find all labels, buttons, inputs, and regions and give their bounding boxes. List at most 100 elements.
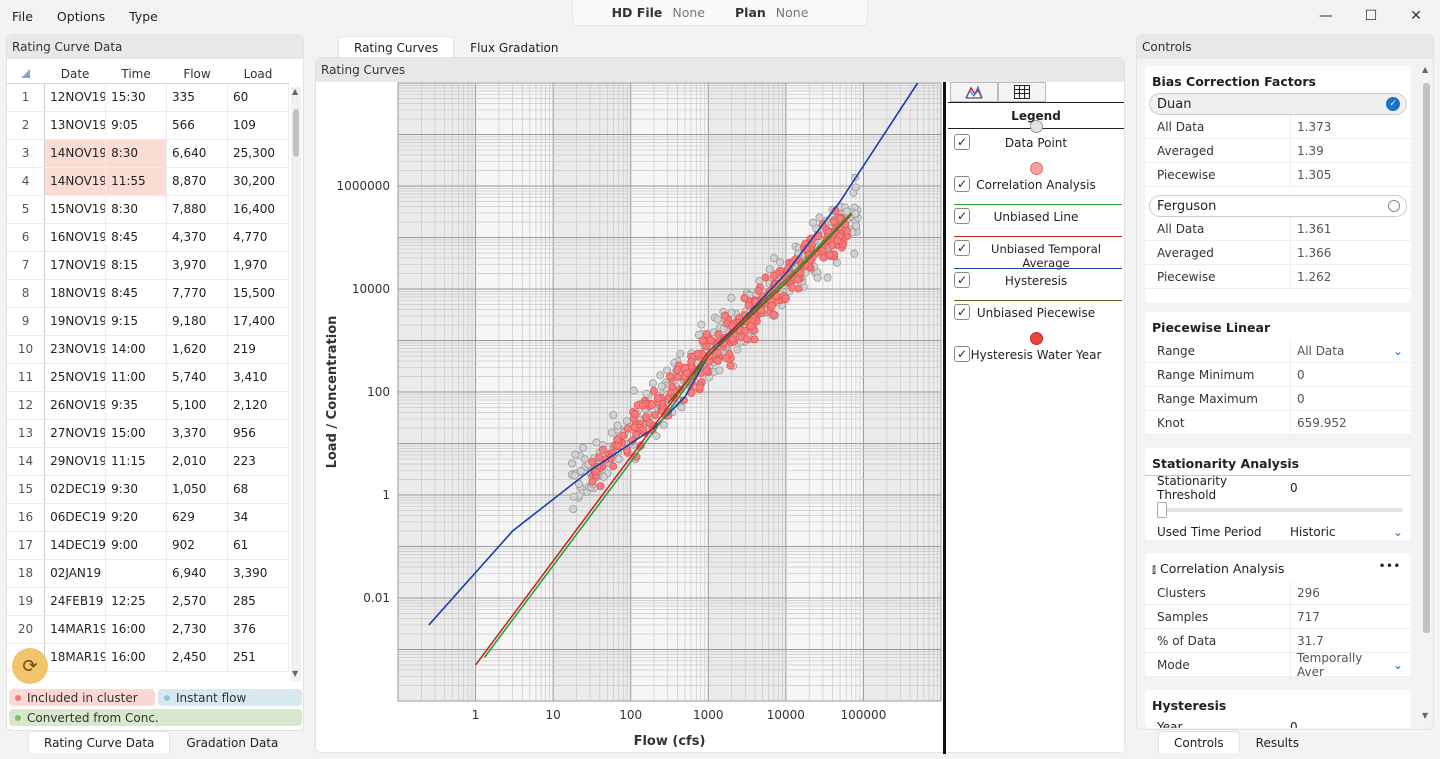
cell-load[interactable]: 285 (227, 587, 289, 616)
table-row[interactable]: 2 13NOV19 9:05 566 109 (7, 111, 289, 140)
controls-scroll-thumb[interactable] (1423, 83, 1430, 633)
cell-date[interactable]: 18MAR19 (44, 643, 107, 672)
cell-load[interactable]: 60 (227, 83, 289, 112)
tab-rating-curves[interactable]: Rating Curves (338, 36, 455, 58)
table-row[interactable]: 4 14NOV19 11:55 8,870 30,200 (7, 167, 289, 196)
cell-load[interactable]: 223 (227, 447, 289, 476)
cell-load[interactable]: 251 (227, 643, 289, 672)
cell-flow[interactable]: 1,050 (166, 475, 228, 504)
cell-flow[interactable]: 2,730 (166, 615, 228, 644)
cell-time[interactable]: 9:15 (105, 307, 168, 336)
cell-date[interactable]: 19NOV19 (44, 307, 107, 336)
ferguson-radio-icon[interactable] (1388, 200, 1400, 212)
column-header-time[interactable]: Time (105, 65, 167, 84)
cell-time[interactable]: 11:55 (105, 167, 168, 196)
cell-date[interactable]: 14MAR19 (44, 615, 107, 644)
table-row[interactable]: 17 14DEC19 9:00 902 61 (7, 531, 289, 560)
row-number[interactable]: 8 (7, 279, 46, 308)
cell-flow[interactable]: 5,100 (166, 391, 228, 420)
tab-results[interactable]: Results (1240, 731, 1315, 753)
table-row[interactable]: 18MAR19 16:00 2,450 251 (7, 643, 289, 672)
row-number[interactable]: 14 (7, 447, 46, 476)
cell-time[interactable]: 11:15 (105, 447, 168, 476)
menu-type[interactable]: Type (117, 9, 170, 24)
cell-flow[interactable]: 2,570 (166, 587, 228, 616)
table-row[interactable]: 19 24FEB19 12:25 2,570 285 (7, 587, 289, 616)
hd-file-value[interactable]: None (672, 5, 705, 20)
row-number[interactable]: 6 (7, 223, 46, 252)
cell-time[interactable]: 8:45 (105, 279, 168, 308)
cell-date[interactable]: 12NOV19 (44, 83, 107, 112)
row-number[interactable]: 2 (7, 111, 46, 140)
cell-date[interactable]: 14NOV19 (44, 139, 107, 168)
cell-load[interactable]: 219 (227, 335, 289, 364)
table-row[interactable]: 16 06DEC19 9:20 629 34 (7, 503, 289, 532)
property-value[interactable]: 1.305 (1290, 163, 1411, 186)
row-number[interactable]: 13 (7, 419, 46, 448)
cell-time[interactable]: 14:00 (105, 335, 168, 364)
cell-load[interactable]: 30,200 (227, 167, 289, 196)
chart-splitter[interactable] (943, 82, 946, 754)
cell-load[interactable]: 34 (227, 503, 289, 532)
rating-curve-chart[interactable]: 1 10 100 1000 10000 100000 0.01 1 100 10000 100000… (316, 82, 942, 752)
property-value[interactable]: All Data ⌄ (1290, 339, 1411, 362)
table-view-icon[interactable] (998, 82, 1046, 102)
row-number[interactable]: 7 (7, 251, 46, 280)
cell-flow[interactable]: 3,970 (166, 251, 228, 280)
property-value[interactable]: 659.952 (1290, 411, 1411, 434)
row-number[interactable]: 10 (7, 335, 46, 364)
cell-load[interactable]: 4,770 (227, 223, 289, 252)
scroll-up-icon[interactable]: ▲ (292, 87, 298, 96)
scroll-down-icon[interactable]: ▼ (292, 669, 298, 678)
cell-time[interactable]: 12:25 (105, 587, 168, 616)
cell-date[interactable]: 16NOV19 (44, 223, 107, 252)
cell-load[interactable]: 2,120 (227, 391, 289, 420)
cell-time[interactable] (105, 559, 168, 588)
cell-flow[interactable]: 5,740 (166, 363, 228, 392)
threshold-slider[interactable] (1145, 500, 1411, 520)
property-value[interactable]: 1.373 (1290, 115, 1411, 138)
cell-load[interactable]: 3,410 (227, 363, 289, 392)
cell-flow[interactable]: 8,870 (166, 167, 228, 196)
table-scrollbar[interactable]: ▲ ▼ (291, 87, 301, 681)
row-number[interactable]: 5 (7, 195, 46, 224)
property-value[interactable]: 0 (1290, 363, 1411, 386)
cell-flow[interactable]: 2,010 (166, 447, 228, 476)
row-number[interactable]: 16 (7, 503, 46, 532)
cell-flow[interactable]: 6,640 (166, 139, 228, 168)
cell-date[interactable]: 27NOV19 (44, 419, 107, 448)
cell-flow[interactable]: 4,370 (166, 223, 228, 252)
cell-load[interactable]: 376 (227, 615, 289, 644)
cell-flow[interactable]: 9,180 (166, 307, 228, 336)
cell-load[interactable]: 1,970 (227, 251, 289, 280)
cell-flow[interactable]: 7,770 (166, 279, 228, 308)
cell-flow[interactable]: 2,450 (166, 643, 228, 672)
table-row[interactable]: 1 12NOV19 15:30 335 60 (7, 83, 289, 112)
ferguson-option[interactable]: Ferguson (1149, 195, 1407, 217)
cell-load[interactable]: 61 (227, 531, 289, 560)
cell-load[interactable]: 956 (227, 419, 289, 448)
cell-date[interactable]: 23NOV19 (44, 335, 107, 364)
cell-load[interactable]: 16,400 (227, 195, 289, 224)
close-button[interactable]: ✕ (1404, 6, 1428, 26)
cell-date[interactable]: 29NOV19 (44, 447, 107, 476)
cell-load[interactable]: 3,390 (227, 559, 289, 588)
cell-load[interactable]: 68 (227, 475, 289, 504)
chart-view-icon[interactable] (950, 82, 998, 102)
controls-scroll-down-icon[interactable]: ▼ (1422, 711, 1428, 720)
cell-date[interactable]: 17NOV19 (44, 251, 107, 280)
row-number[interactable]: 12 (7, 391, 46, 420)
controls-scroll-up-icon[interactable]: ▲ (1422, 65, 1428, 74)
property-value[interactable]: 1.366 (1290, 241, 1411, 264)
row-number[interactable]: 20 (7, 615, 46, 644)
table-row[interactable]: 11 25NOV19 11:00 5,740 3,410 (7, 363, 289, 392)
row-number[interactable]: 15 (7, 475, 46, 504)
duan-radio-checked-icon[interactable]: ✓ (1386, 97, 1400, 111)
property-value[interactable]: Temporally Aver ⌄ (1290, 651, 1411, 679)
menu-options[interactable]: Options (45, 9, 117, 24)
row-number[interactable]: 1 (7, 83, 46, 112)
period-select[interactable]: Historic ⌄ (1290, 525, 1411, 539)
controls-scrollbar[interactable]: ▲ ▼ (1420, 63, 1432, 727)
cell-date[interactable]: 02JAN19 (44, 559, 107, 588)
cell-time[interactable]: 9:00 (105, 531, 168, 560)
